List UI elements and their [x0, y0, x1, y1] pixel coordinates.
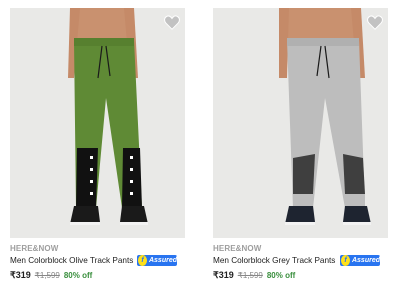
assured-badge: f Assured	[137, 255, 177, 266]
price-row: ₹319 ₹1,599 80% off	[213, 270, 295, 281]
product-card[interactable]: HERE&NOW Men Colorblock Grey Track Pants…	[213, 0, 388, 287]
assured-shield-icon: f	[138, 255, 147, 266]
assured-badge: f Assured	[340, 255, 380, 266]
assured-label: Assured	[351, 257, 380, 264]
assured-shield-icon: f	[341, 255, 350, 266]
wishlist-heart-icon[interactable]	[163, 13, 181, 31]
wishlist-heart-icon[interactable]	[366, 13, 384, 31]
selling-price: ₹319	[213, 270, 234, 280]
discount-label: 80% off	[63, 271, 93, 280]
selling-price: ₹319	[10, 270, 31, 280]
price-row: ₹319 ₹1,599 80% off	[10, 270, 92, 281]
product-image[interactable]	[213, 8, 388, 238]
product-photo-olive-pants	[10, 8, 185, 238]
product-brand: HERE&NOW	[213, 244, 262, 253]
product-title[interactable]: Men Colorblock Olive Track Pants	[10, 256, 134, 265]
product-photo-grey-pants	[213, 8, 388, 238]
original-price: ₹1,599	[34, 271, 60, 280]
product-grid: HERE&NOW Men Colorblock Olive Track Pant…	[0, 0, 400, 287]
product-image[interactable]	[10, 8, 185, 238]
product-brand: HERE&NOW	[10, 244, 59, 253]
discount-label: 80% off	[266, 271, 296, 280]
product-title[interactable]: Men Colorblock Grey Track Pants	[213, 256, 337, 265]
assured-label: Assured	[148, 257, 177, 264]
original-price: ₹1,599	[237, 271, 263, 280]
product-card[interactable]: HERE&NOW Men Colorblock Olive Track Pant…	[10, 0, 185, 287]
